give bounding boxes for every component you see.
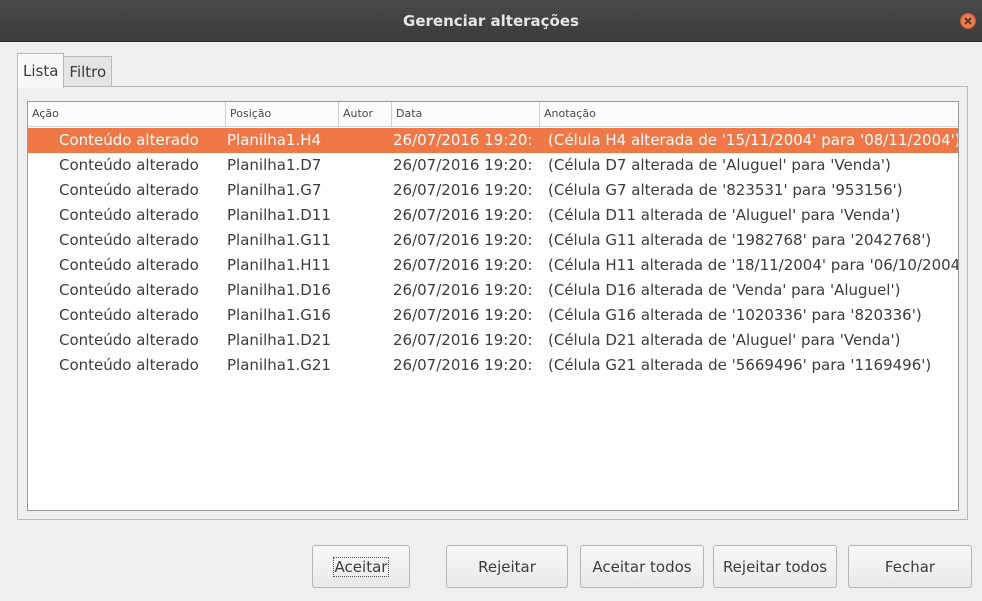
cell-author bbox=[340, 353, 392, 378]
cell-date: 26/07/2016 19:20: bbox=[393, 281, 533, 299]
cell-author bbox=[340, 253, 392, 278]
title-bar: Gerenciar alterações bbox=[0, 0, 982, 42]
close-icon bbox=[964, 17, 972, 25]
tab-lista[interactable]: Lista bbox=[17, 53, 65, 88]
cell-position: Planilha1.D7 bbox=[227, 156, 322, 174]
button-bar: Aceitar Rejeitar Aceitar todos Rejeitar … bbox=[0, 545, 982, 588]
close-window-button[interactable] bbox=[960, 13, 976, 29]
cell-author bbox=[340, 328, 392, 353]
reject-all-button[interactable]: Rejeitar todos bbox=[713, 545, 837, 588]
cell-position: Planilha1.H4 bbox=[227, 131, 322, 149]
column-header-autor[interactable]: Autor bbox=[339, 102, 392, 126]
table-row[interactable]: Conteúdo alterado Planilha1.H11 26/07/2016… bbox=[28, 253, 958, 278]
cell-position: Planilha1.G11 bbox=[227, 231, 331, 249]
cell-date: 26/07/2016 19:20: bbox=[393, 306, 533, 324]
cell-note: (Célula D21 alterada de 'Aluguel' para '… bbox=[548, 331, 901, 349]
table-row[interactable]: Conteúdo alterado Planilha1.G16 26/07/2016… bbox=[28, 303, 958, 328]
cell-date: 26/07/2016 19:20: bbox=[393, 181, 533, 199]
cell-action: Conteúdo alterado bbox=[59, 231, 199, 249]
cell-note: (Célula H11 alterada de '18/11/2004' par… bbox=[548, 256, 958, 274]
tab-panel: Ação Posição Autor Data Anotação Conteúd… bbox=[17, 86, 968, 520]
cell-action: Conteúdo alterado bbox=[59, 181, 199, 199]
cell-note: (Célula H4 alterada de '15/11/2004' para… bbox=[548, 131, 958, 149]
cell-note: (Célula D16 alterada de 'Venda' para 'Al… bbox=[548, 281, 901, 299]
column-header-posicao[interactable]: Posição bbox=[226, 102, 339, 126]
cell-position: Planilha1.H11 bbox=[227, 256, 331, 274]
tab-filtro[interactable]: Filtro bbox=[64, 56, 113, 87]
cell-date: 26/07/2016 19:20: bbox=[393, 156, 533, 174]
cell-author bbox=[340, 128, 392, 153]
column-header-anotacao[interactable]: Anotação bbox=[540, 102, 958, 126]
cell-note: (Célula G11 alterada de '1982768' para '… bbox=[548, 231, 932, 249]
close-button[interactable]: Fechar bbox=[848, 545, 972, 588]
cell-action: Conteúdo alterado bbox=[59, 156, 199, 174]
accept-button[interactable]: Aceitar bbox=[312, 545, 410, 588]
cell-position: Planilha1.D11 bbox=[227, 206, 331, 224]
cell-author bbox=[340, 303, 392, 328]
window-title: Gerenciar alterações bbox=[403, 11, 579, 30]
cell-action: Conteúdo alterado bbox=[59, 306, 199, 324]
column-header-data[interactable]: Data bbox=[392, 102, 540, 126]
cell-date: 26/07/2016 19:20: bbox=[393, 331, 533, 349]
cell-note: (Célula G16 alterada de '1020336' para '… bbox=[548, 306, 922, 324]
tab-bar: Lista Filtro bbox=[17, 53, 113, 88]
table-row[interactable]: Conteúdo alterado Planilha1.G11 26/07/2016… bbox=[28, 228, 958, 253]
cell-author bbox=[340, 203, 392, 228]
cell-author bbox=[340, 228, 392, 253]
table-row[interactable]: Conteúdo alterado Planilha1.G7 26/07/2016 … bbox=[28, 178, 958, 203]
cell-note: (Célula D11 alterada de 'Aluguel' para '… bbox=[548, 206, 901, 224]
accept-button-label: Aceitar bbox=[332, 556, 390, 577]
cell-date: 26/07/2016 19:20: bbox=[393, 131, 533, 149]
cell-action: Conteúdo alterado bbox=[59, 356, 199, 374]
cell-date: 26/07/2016 19:20: bbox=[393, 206, 533, 224]
cell-action: Conteúdo alterado bbox=[59, 131, 199, 149]
accept-all-button[interactable]: Aceitar todos bbox=[580, 545, 704, 588]
column-header-acao[interactable]: Ação bbox=[28, 102, 226, 126]
cell-author bbox=[340, 153, 392, 178]
table-row[interactable]: Conteúdo alterado Planilha1.H4 26/07/2016 … bbox=[28, 128, 958, 153]
cell-action: Conteúdo alterado bbox=[59, 256, 199, 274]
list-header: Ação Posição Autor Data Anotação bbox=[28, 102, 958, 127]
cell-note: (Célula D7 alterada de 'Aluguel' para 'V… bbox=[548, 156, 891, 174]
cell-date: 26/07/2016 19:20: bbox=[393, 356, 533, 374]
cell-position: Planilha1.G7 bbox=[227, 181, 322, 199]
cell-action: Conteúdo alterado bbox=[59, 206, 199, 224]
cell-author bbox=[340, 178, 392, 203]
cell-position: Planilha1.G16 bbox=[227, 306, 331, 324]
table-row[interactable]: Conteúdo alterado Planilha1.D21 26/07/2016… bbox=[28, 328, 958, 353]
cell-author bbox=[340, 278, 392, 303]
cell-position: Planilha1.D21 bbox=[227, 331, 331, 349]
table-row[interactable]: Conteúdo alterado Planilha1.G21 26/07/2016… bbox=[28, 353, 958, 378]
cell-date: 26/07/2016 19:20: bbox=[393, 256, 533, 274]
cell-position: Planilha1.D16 bbox=[227, 281, 331, 299]
table-row[interactable]: Conteúdo alterado Planilha1.D11 26/07/2016… bbox=[28, 203, 958, 228]
table-row[interactable]: Conteúdo alterado Planilha1.D7 26/07/2016 … bbox=[28, 153, 958, 178]
cell-note: (Célula G7 alterada de '823531' para '95… bbox=[548, 181, 903, 199]
cell-note: (Célula G21 alterada de '5669496' para '… bbox=[548, 356, 932, 374]
cell-action: Conteúdo alterado bbox=[59, 281, 199, 299]
cell-date: 26/07/2016 19:20: bbox=[393, 231, 533, 249]
cell-position: Planilha1.G21 bbox=[227, 356, 331, 374]
table-row[interactable]: Conteúdo alterado Planilha1.D16 26/07/2016… bbox=[28, 278, 958, 303]
cell-action: Conteúdo alterado bbox=[59, 331, 199, 349]
changes-list[interactable]: Ação Posição Autor Data Anotação Conteúd… bbox=[27, 101, 959, 511]
reject-button[interactable]: Rejeitar bbox=[446, 545, 568, 588]
